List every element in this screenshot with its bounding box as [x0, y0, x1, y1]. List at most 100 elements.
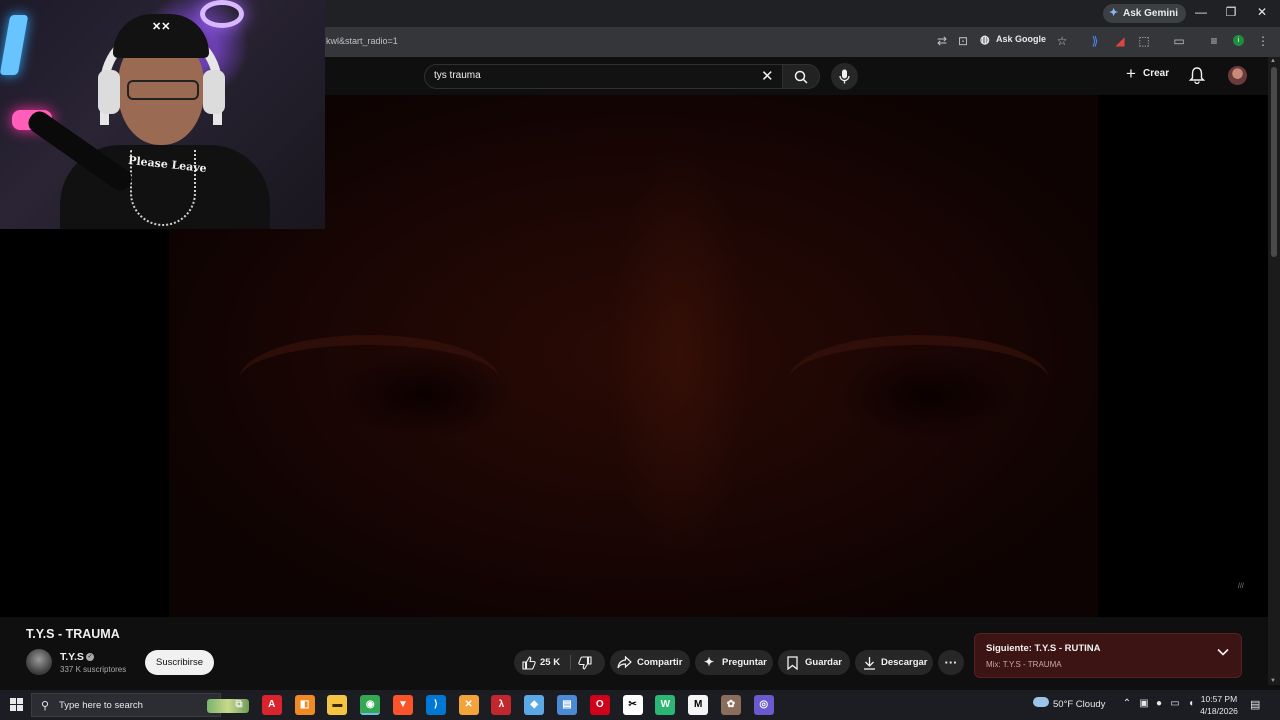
notifications-bell-icon[interactable] — [1189, 67, 1205, 84]
channel-avatar[interactable] — [26, 649, 52, 675]
bookmark-icon — [787, 656, 798, 670]
volume-icon[interactable]: ◖ — [1184, 698, 1198, 709]
save-button[interactable]: Guardar — [778, 650, 850, 675]
like-count[interactable]: 25 K — [540, 650, 560, 675]
up-next-title: Siguiente: T.Y.S - RUTINA — [986, 643, 1101, 654]
page-scrollbar[interactable]: ▲ ▼ — [1268, 57, 1280, 685]
media-control-icon[interactable]: ≡ — [1206, 34, 1222, 48]
microphone-icon — [839, 69, 850, 84]
minimize-button[interactable]: — — [1192, 5, 1210, 19]
screen: ✦ Ask Gemini — ❐ ✕ kwl&start_radio=1 ⇄ ⊡… — [0, 0, 1280, 720]
share-button[interactable]: Compartir — [610, 650, 690, 675]
search-icon — [794, 70, 808, 84]
weather-widget[interactable]: 50°F Cloudy — [1033, 697, 1106, 710]
weather-text: 50°F Cloudy — [1053, 699, 1106, 710]
more-actions-button[interactable]: ··· — [938, 650, 964, 675]
up-next-mix: Mix: T.Y.S - TRAUMA — [986, 660, 1062, 669]
extensions-puzzle-icon[interactable]: ⬚ — [1136, 34, 1152, 48]
search-button[interactable] — [782, 64, 820, 89]
neon-light-purple — [200, 0, 244, 28]
close-window-button[interactable]: ✕ — [1253, 5, 1271, 19]
video-still-left-eye — [239, 335, 499, 425]
headphone-ear-left — [98, 70, 120, 114]
voice-search-button[interactable] — [831, 63, 858, 90]
taskbar-task-view-icon[interactable]: ⧉ — [229, 695, 249, 715]
taskbar-search-placeholder: Type here to search — [59, 700, 143, 711]
headphone-ear-right — [203, 70, 225, 114]
scroll-up-arrow-icon[interactable]: ▲ — [1270, 58, 1276, 64]
taskbar-app-blue-icon[interactable]: ◆ — [524, 695, 545, 715]
gemini-sparkle-icon: ✦ — [1109, 7, 1119, 19]
taskbar-app-m-icon[interactable]: M — [688, 695, 709, 715]
clock-date: 4/18/2026 — [1200, 706, 1238, 716]
taskbar-brave-icon[interactable]: ▼ — [393, 695, 413, 715]
taskbar-clock[interactable]: 10:57 PM 4/18/2026 — [1198, 693, 1240, 717]
taskbar-search-box[interactable]: ⚲ Type here to search — [31, 693, 249, 717]
extension-red-icon[interactable]: ◢ — [1112, 34, 1128, 48]
taskbar-notepad-icon[interactable]: ▤ — [557, 695, 577, 715]
bookmark-star-icon[interactable]: ☆ — [1054, 34, 1070, 48]
taskbar-app-red-a-icon[interactable]: λ — [491, 695, 512, 715]
taskbar-chrome-icon[interactable]: ◉ — [360, 695, 381, 715]
taskbar-acrobat-icon[interactable]: A — [261, 695, 282, 715]
video-watermark: /// — [1238, 583, 1244, 590]
subscribe-button[interactable]: Suscribirse — [145, 650, 214, 675]
windows-start-icon[interactable] — [10, 698, 23, 711]
ask-gemini-label: Ask Gemini — [1123, 8, 1179, 19]
tray-microphone-icon[interactable]: ● — [1152, 698, 1166, 709]
clock-time: 10:57 PM — [1200, 694, 1238, 704]
windows-taskbar: ⚲ Type here to search ⧉ A ◧ ▬ ◉ ▼ ⟩ ✕ λ ◆ ▤ O ✂ W M ✿ ◎ … — [0, 690, 1280, 720]
cap-logo-icon: ✕✕ — [152, 21, 171, 33]
verified-check-icon: ✓ — [86, 653, 94, 661]
taskbar-app-wa-icon[interactable]: W — [655, 695, 676, 715]
cloud-icon — [1033, 697, 1049, 707]
download-icon — [864, 657, 875, 670]
address-bar-url[interactable]: kwl&start_radio=1 — [326, 36, 398, 46]
taskbar-opera-icon[interactable]: O — [589, 695, 610, 715]
user-avatar[interactable] — [1228, 66, 1247, 85]
taskbar-vscode-icon[interactable]: ⟩ — [425, 695, 446, 715]
network-icon[interactable]: ▭ — [1168, 698, 1182, 709]
taskbar-app-orange-icon[interactable]: ◧ — [294, 695, 315, 715]
ask-button[interactable]: ✦ Preguntar — [695, 650, 773, 675]
thumbs-down-icon[interactable] — [578, 656, 592, 670]
notification-center-icon[interactable]: ▤ — [1250, 698, 1260, 711]
search-input[interactable]: tys trauma ✕ — [424, 64, 786, 89]
thumbs-up-icon[interactable] — [522, 656, 536, 670]
clear-search-icon[interactable]: ✕ — [761, 67, 774, 85]
browser-profile-avatar[interactable]: i — [1233, 35, 1244, 46]
translate-icon[interactable]: ⇄ — [934, 34, 950, 48]
chrome-menu-icon[interactable]: ⋮ — [1255, 34, 1271, 48]
plus-icon: + — [1126, 64, 1136, 83]
share-arrow-icon — [617, 656, 632, 669]
scrollbar-thumb[interactable] — [1271, 67, 1277, 257]
taskbar-app-x-icon[interactable]: ✕ — [458, 695, 479, 715]
save-label: Guardar — [805, 657, 842, 668]
create-button[interactable]: + Crear — [1126, 64, 1170, 83]
webcam-overlay: Please Leave ✕✕ — [0, 0, 325, 229]
subscriber-count: 337 K suscriptores — [60, 665, 127, 674]
reading-list-icon[interactable]: ▭ — [1171, 34, 1187, 48]
ask-google-button[interactable]: ◍ Ask Google — [980, 34, 1046, 46]
like-divider — [570, 655, 571, 670]
create-label: Crear — [1143, 68, 1170, 79]
sparkle-icon: ✦ — [704, 655, 715, 669]
channel-name[interactable]: T.Y.S — [60, 651, 84, 663]
up-next-card[interactable]: Siguiente: T.Y.S - RUTINA Mix: T.Y.S - T… — [974, 633, 1242, 678]
video-still-right-eye — [789, 335, 1049, 425]
taskbar-file-explorer-icon[interactable]: ▬ — [327, 695, 348, 715]
extension-wave-icon[interactable]: ⟫ — [1087, 34, 1103, 48]
taskbar-app-circle-icon[interactable]: ◎ — [753, 695, 774, 715]
taskbar-app-gear-icon[interactable]: ✿ — [721, 695, 741, 715]
ask-label: Preguntar — [722, 657, 767, 668]
show-hidden-icons-chevron-icon[interactable]: ⌃ — [1120, 698, 1134, 709]
download-button[interactable]: Descargar — [855, 650, 933, 675]
ask-gemini-button[interactable]: ✦ Ask Gemini — [1103, 4, 1187, 23]
download-label: Descargar — [881, 657, 928, 668]
tray-app-icon[interactable]: ▣ — [1137, 698, 1151, 709]
restore-button[interactable]: ❐ — [1222, 5, 1240, 19]
cast-icon[interactable]: ⊡ — [955, 34, 971, 48]
chevron-down-icon[interactable] — [1217, 647, 1229, 657]
taskbar-capcut-icon[interactable]: ✂ — [622, 695, 643, 715]
scroll-down-arrow-icon[interactable]: ▼ — [1270, 678, 1276, 684]
